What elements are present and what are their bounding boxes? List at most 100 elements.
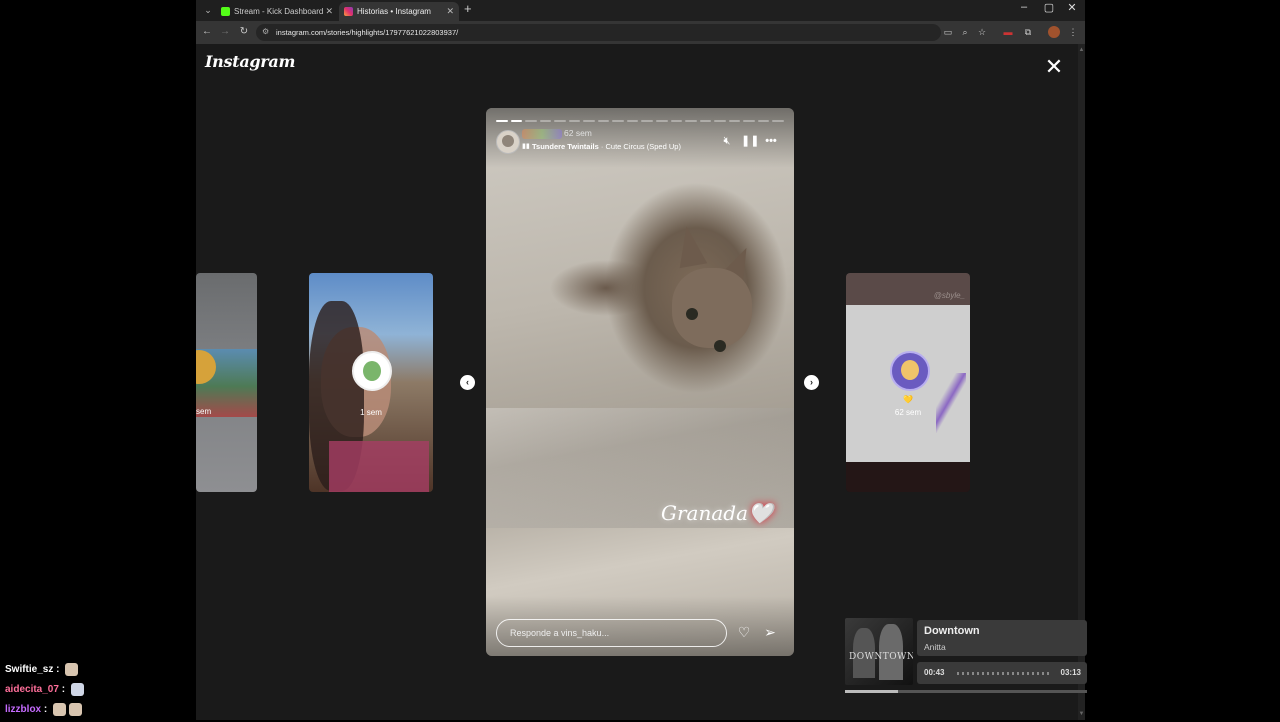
story-author-avatar[interactable] <box>496 130 520 154</box>
previous-story-arrow-icon[interactable]: ‹ <box>460 375 475 390</box>
preview-image-detail <box>329 441 429 492</box>
tab-close-icon[interactable]: ✕ <box>446 2 454 21</box>
progress-segment <box>685 120 697 122</box>
close-stories-button[interactable]: ✕ <box>1044 56 1064 78</box>
kick-favicon-icon <box>221 7 230 16</box>
story-author-names[interactable] <box>522 129 562 139</box>
like-heart-icon[interactable]: ♡ <box>735 623 753 641</box>
song-title: Downtown <box>924 625 980 637</box>
song-artist: Anitta <box>924 642 946 652</box>
progress-segment <box>496 120 508 122</box>
muted-speaker-icon[interactable]: 🔇︎ <box>720 134 734 148</box>
story-preview-previous-2[interactable]: sem <box>196 273 257 492</box>
story-progress-bar <box>496 120 784 122</box>
bookmark-star-icon[interactable]: ☆ <box>976 26 988 38</box>
heart-icon: 🤍 <box>748 501 773 525</box>
song-info: Downtown Anitta <box>917 620 1087 656</box>
story-music-label[interactable]: Tsundere Twintails · Cute Circus (Sped U… <box>532 142 681 151</box>
profile-icon[interactable] <box>1048 26 1060 38</box>
emote-icon <box>70 682 84 696</box>
browser-window: ⌄ Stream - Kick Dashboard ✕ Historias • … <box>196 0 1085 720</box>
forward-icon[interactable]: → <box>218 25 232 39</box>
zoom-icon[interactable]: ⌕ <box>959 26 971 38</box>
story-time: 62 sem <box>894 408 922 417</box>
music-separator: · <box>598 142 606 151</box>
progress-segment <box>714 120 726 122</box>
progress-segment <box>743 120 755 122</box>
next-story-arrow-icon[interactable]: › <box>804 375 819 390</box>
reply-input[interactable]: Responde a vins_haku... <box>496 619 727 647</box>
story-preview-next[interactable]: @sbyle_ 💛 62 sem <box>846 273 970 492</box>
site-info-icon[interactable]: ⚙ <box>262 27 269 36</box>
back-icon[interactable]: ← <box>200 25 214 39</box>
song-progress-fill <box>845 690 899 693</box>
chat-username: Swiftie_sz <box>5 664 54 675</box>
cover-text: DOWNTOWN <box>849 652 913 662</box>
progress-segment <box>554 120 566 122</box>
watermark-text: @sbyle_ <box>933 291 965 300</box>
album-cover: DOWNTOWN <box>845 618 913 685</box>
cat-eye <box>686 308 698 320</box>
progress-segment <box>539 120 552 122</box>
instagram-logo[interactable]: Instagram <box>205 52 295 71</box>
progress-segment <box>612 120 624 122</box>
progress-segment <box>583 120 595 122</box>
cat-eye <box>714 340 726 352</box>
progress-segment <box>641 120 654 122</box>
active-story[interactable]: 62 sem ▮▮ Tsundere Twintails · Cute Circ… <box>486 108 794 656</box>
chat-message: aidecita_07 : <box>5 682 84 702</box>
progress-segment <box>699 120 712 122</box>
tab-search-button[interactable]: ⌄ <box>200 3 216 18</box>
address-bar[interactable]: ⚙ instagram.com/stories/highlights/17977… <box>256 24 941 41</box>
reload-icon[interactable]: ↻ <box>237 25 251 39</box>
emote-icon <box>53 702 67 716</box>
progress-segment <box>728 120 741 122</box>
preview-image-detail <box>846 273 970 305</box>
emote-icon <box>65 662 79 676</box>
tab-kick[interactable]: Stream - Kick Dashboard ✕ <box>216 2 338 21</box>
scroll-up-icon[interactable]: ▲ <box>1078 46 1085 54</box>
story-time: sem <box>196 407 212 416</box>
song-progress-bar <box>845 690 1087 693</box>
new-tab-button[interactable]: + <box>464 1 472 16</box>
total-time: 03:13 <box>1060 668 1081 677</box>
tab-instagram[interactable]: Historias • Instagram ✕ <box>339 2 459 21</box>
tab-title: Historias • Instagram <box>357 7 431 16</box>
extension-icon[interactable]: ▬ <box>1002 26 1014 38</box>
install-icon[interactable]: ▭ <box>942 26 954 38</box>
sticker-text: Granada <box>661 501 748 525</box>
story-time: 62 sem <box>564 128 592 138</box>
scroll-down-icon[interactable]: ▼ <box>1078 710 1085 718</box>
progress-segment <box>772 120 784 122</box>
url-text[interactable]: instagram.com/stories/highlights/1797762… <box>276 24 458 41</box>
chat-message: lizzblox : <box>5 702 84 722</box>
minimize-button[interactable]: – <box>1014 1 1034 13</box>
avatar <box>890 351 930 391</box>
kebab-menu-icon[interactable]: ⋮ <box>1067 26 1079 38</box>
window-close-button[interactable]: ✕ <box>1062 1 1082 14</box>
share-send-icon[interactable]: ➢ <box>761 623 779 641</box>
song-timebar: 00:43 03:13 <box>917 662 1087 684</box>
more-options-icon[interactable]: ••• <box>763 134 779 148</box>
tab-close-icon[interactable]: ✕ <box>325 2 333 21</box>
pause-icon[interactable]: ❚❚ <box>741 134 759 148</box>
puzzle-icon[interactable]: ⧉ <box>1022 26 1034 38</box>
timebar-dots <box>957 672 1049 675</box>
chat-message: Swiftie_sz : <box>5 662 84 682</box>
progress-segment <box>568 120 581 122</box>
chat-username: lizzblox <box>5 704 42 715</box>
now-playing-widget: DOWNTOWN Downtown Anitta 00:43 03:13 <box>845 618 1087 694</box>
chat-username: aidecita_07 <box>5 684 59 695</box>
story-time: 1 sem <box>360 408 382 417</box>
progress-segment <box>626 120 639 122</box>
progress-segment <box>757 120 770 122</box>
cat-ear <box>672 223 708 269</box>
maximize-button[interactable]: ▢ <box>1039 1 1059 14</box>
progress-segment <box>510 120 523 122</box>
story-preview-previous-1[interactable]: 1 sem <box>309 273 433 492</box>
tab-title: Stream - Kick Dashboard <box>234 7 324 16</box>
progress-segment <box>656 120 668 122</box>
progress-segment <box>670 120 683 122</box>
elapsed-time: 00:43 <box>924 668 945 677</box>
reply-placeholder: Responde a vins_haku... <box>510 628 610 638</box>
